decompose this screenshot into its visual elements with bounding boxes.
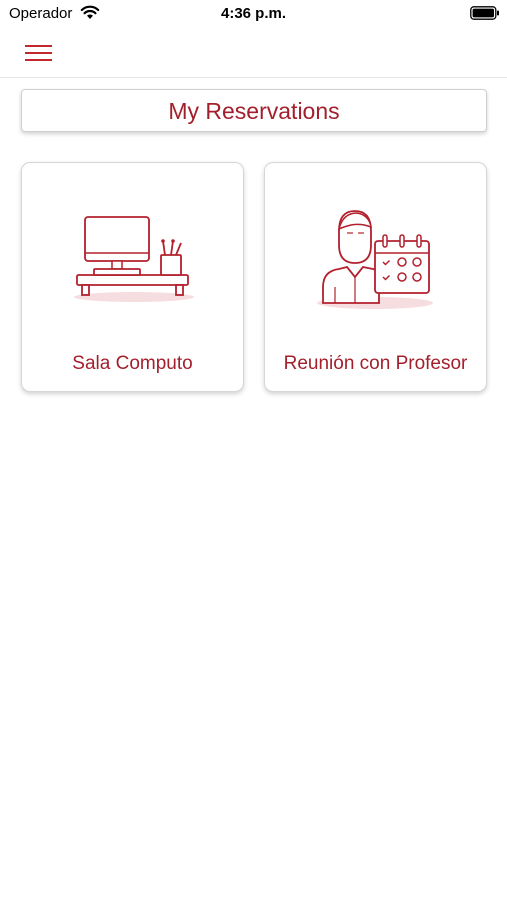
hamburger-menu-icon[interactable] xyxy=(25,43,53,63)
tile-label-reunion-con-profesor: Reunión con Profesor xyxy=(283,353,468,374)
status-bar: Operador 4:36 p.m. xyxy=(0,0,507,30)
tile-reunion-con-profesor[interactable]: Reunión con Profesor xyxy=(264,162,487,392)
navigation-bar xyxy=(0,30,507,78)
computer-desk-icon xyxy=(74,216,194,302)
battery-icon xyxy=(470,6,499,20)
professor-calendar-icon xyxy=(317,210,433,309)
page-title: My Reservations xyxy=(21,89,487,132)
tile-sala-computo[interactable]: Sala Computo xyxy=(21,162,244,392)
status-time: 4:36 p.m. xyxy=(220,5,287,22)
tile-label-sala-computo: Sala Computo xyxy=(72,353,193,374)
